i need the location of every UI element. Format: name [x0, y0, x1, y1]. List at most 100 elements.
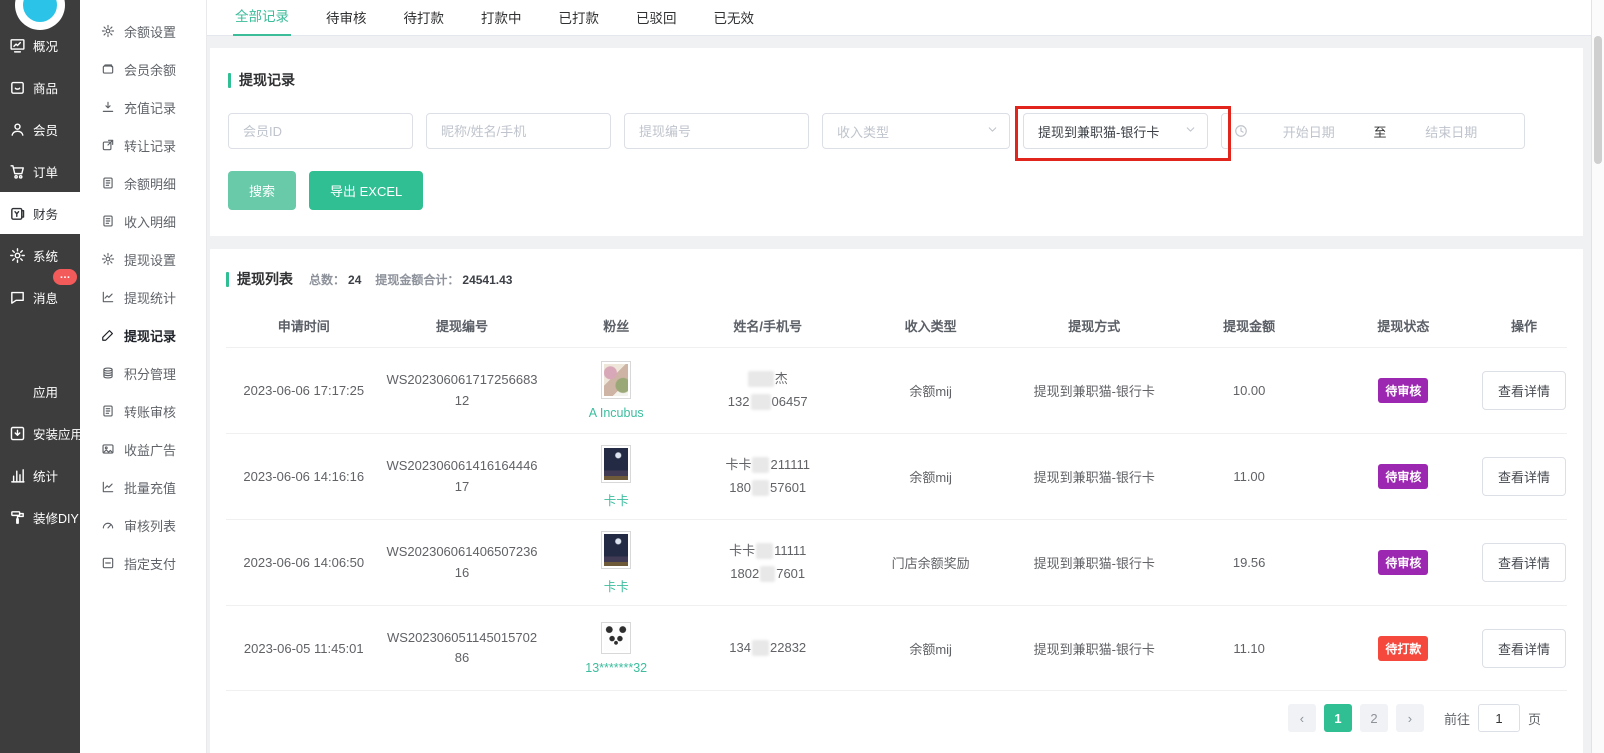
withdraw-method-select[interactable]: 提现到兼职猫-银行卡 — [1023, 113, 1208, 149]
visible-text: 卡卡 — [725, 456, 751, 474]
fan-nickname[interactable]: A Incubus — [589, 406, 644, 420]
visible-text: 211111 — [770, 456, 810, 474]
redacted-blur — [756, 543, 773, 559]
submenu-item-积分管理[interactable]: 积分管理 — [80, 354, 206, 392]
member-id-input[interactable] — [228, 113, 413, 149]
export-excel-button[interactable]: 导出 EXCEL — [309, 171, 423, 210]
tab-待审核[interactable]: 待审核 — [324, 0, 369, 36]
search-button[interactable]: 搜索 — [228, 171, 296, 210]
view-detail-button[interactable]: 查看详情 — [1482, 371, 1566, 410]
prev-page-button[interactable]: ‹ — [1288, 704, 1316, 732]
list-section-title-text: 提现列表 — [237, 269, 293, 289]
sidebar-item-商品[interactable]: 商品 — [0, 66, 80, 108]
tab-打款中[interactable]: 打款中 — [479, 0, 524, 36]
page-button-2[interactable]: 2 — [1360, 704, 1388, 732]
goto-page-input[interactable] — [1478, 704, 1520, 732]
submenu-item-提现记录[interactable]: 提现记录 — [80, 316, 206, 354]
submenu-item-转让记录[interactable]: 转让记录 — [80, 126, 206, 164]
doc-icon — [101, 404, 115, 418]
submenu-item-充值记录[interactable]: 充值记录 — [80, 88, 206, 126]
income-type-select[interactable]: 收入类型 — [822, 113, 1010, 149]
avatar — [601, 361, 631, 399]
next-page-button[interactable]: › — [1396, 704, 1424, 732]
submenu-item-批量充值[interactable]: 批量充值 — [80, 468, 206, 506]
submenu-item-label: 批量充值 — [124, 478, 176, 497]
submenu-item-收益广告[interactable]: 收益广告 — [80, 430, 206, 468]
submenu-item-提现统计[interactable]: 提现统计 — [80, 278, 206, 316]
sidebar-item-应用[interactable]: 应用 — [0, 370, 80, 412]
total-count-value: 24 — [348, 273, 361, 287]
view-detail-button[interactable]: 查看详情 — [1482, 629, 1566, 668]
tab-待打款[interactable]: 待打款 — [402, 0, 447, 36]
cell-income-type: 余额mij — [846, 381, 1016, 400]
tab-已驳回[interactable]: 已驳回 — [634, 0, 679, 36]
table-header-row: 申请时间提现编号粉丝姓名/手机号收入类型提现方式提现金额提现状态操作 — [226, 303, 1567, 347]
withdraw-no-input[interactable] — [624, 113, 809, 149]
view-detail-button[interactable]: 查看详情 — [1482, 457, 1566, 496]
sidebar-item-装修DIY[interactable]: 装修DIY — [0, 496, 80, 538]
sidebar-item-label: 安装应用 — [33, 424, 83, 443]
submenu-item-label: 会员余额 — [124, 60, 176, 79]
submenu-item-收入明细[interactable]: 收入明细 — [80, 202, 206, 240]
cell-amount: 10.00 — [1173, 383, 1326, 398]
cell-fan: 卡卡 — [542, 445, 690, 509]
sidebar-item-安装应用[interactable]: 安装应用 — [0, 412, 80, 454]
minus-square-icon — [101, 556, 115, 570]
scrollbar[interactable] — [1591, 0, 1604, 753]
sidebar-item-订单[interactable]: 订单 — [0, 150, 80, 192]
cell-withdraw-no: WS20230606171725668312 — [382, 370, 543, 410]
submenu-item-label: 余额明细 — [124, 174, 176, 193]
submenu-item-会员余额[interactable]: 会员余额 — [80, 50, 206, 88]
submenu-item-审核列表[interactable]: 审核列表 — [80, 506, 206, 544]
avatar — [601, 445, 631, 483]
pen-icon — [101, 328, 115, 342]
submenu-item-label: 转让记录 — [124, 136, 176, 155]
status-badge: 待审核 — [1378, 464, 1428, 489]
search-panel: 提现记录 收入类型 提现到兼职猫-银行卡 — [210, 48, 1583, 236]
cell-name-phone: 杰13206457 — [690, 370, 846, 411]
finance-icon — [9, 205, 26, 222]
visible-text: 132 — [728, 393, 750, 411]
submenu-item-转账审核[interactable]: 转账审核 — [80, 392, 206, 430]
column-header-粉丝: 粉丝 — [542, 316, 690, 335]
fan-nickname[interactable]: 卡卡 — [604, 576, 629, 595]
member-icon — [9, 121, 26, 138]
column-header-姓名/手机号: 姓名/手机号 — [690, 316, 846, 335]
date-range-separator: 至 — [1370, 122, 1391, 141]
visible-text: 134 — [729, 639, 751, 657]
fan-nickname[interactable]: 卡卡 — [604, 490, 629, 509]
sidebar-item-财务[interactable]: 财务 — [0, 192, 80, 234]
section-accent-bar — [226, 272, 229, 287]
pagination: ‹12›前往页 — [226, 691, 1567, 732]
total-amount-label: 提现金额合计： — [375, 273, 459, 287]
image-icon — [101, 442, 115, 456]
sidebar-item-概况[interactable]: 概况 — [0, 24, 80, 66]
tab-全部记录[interactable]: 全部记录 — [233, 0, 291, 36]
section-accent-bar — [228, 73, 231, 88]
view-detail-button[interactable]: 查看详情 — [1482, 543, 1566, 582]
submenu-item-余额设置[interactable]: 余额设置 — [80, 12, 206, 50]
submenu-item-label: 提现统计 — [124, 288, 176, 307]
submenu-item-余额明细[interactable]: 余额明细 — [80, 164, 206, 202]
tab-已打款[interactable]: 已打款 — [557, 0, 602, 36]
sidebar-item-会员[interactable]: 会员 — [0, 108, 80, 150]
page-button-1[interactable]: 1 — [1324, 704, 1352, 732]
apps-icon — [9, 383, 26, 400]
tab-已无效[interactable]: 已无效 — [712, 0, 757, 36]
cell-apply-time: 2023-06-06 17:17:25 — [226, 383, 382, 398]
app-window: 概况商品会员订单财务系统消息…应用安装应用统计装修DIY 余额设置会员余额充值记… — [0, 0, 1604, 753]
visible-text: 1802 — [730, 565, 759, 583]
submenu-item-指定支付[interactable]: 指定支付 — [80, 544, 206, 582]
sidebar-item-统计[interactable]: 统计 — [0, 454, 80, 496]
table-row: 2023-06-06 14:16:16WS2023060614161644461… — [226, 433, 1567, 519]
nickname-input[interactable] — [426, 113, 611, 149]
cell-withdraw-method: 提现到兼职猫-银行卡 — [1016, 467, 1173, 486]
date-range-picker[interactable]: 开始日期 至 结束日期 — [1221, 113, 1525, 149]
visible-text: 57601 — [770, 479, 806, 497]
submenu-item-提现设置[interactable]: 提现设置 — [80, 240, 206, 278]
scrollbar-thumb[interactable] — [1594, 36, 1602, 164]
sidebar-item-消息[interactable]: 消息… — [0, 276, 80, 318]
masked-text-line: 卡卡 211111 — [725, 456, 810, 474]
fan-nickname[interactable]: 13*******32 — [585, 661, 647, 675]
cell-apply-time: 2023-06-05 11:45:01 — [226, 641, 382, 656]
